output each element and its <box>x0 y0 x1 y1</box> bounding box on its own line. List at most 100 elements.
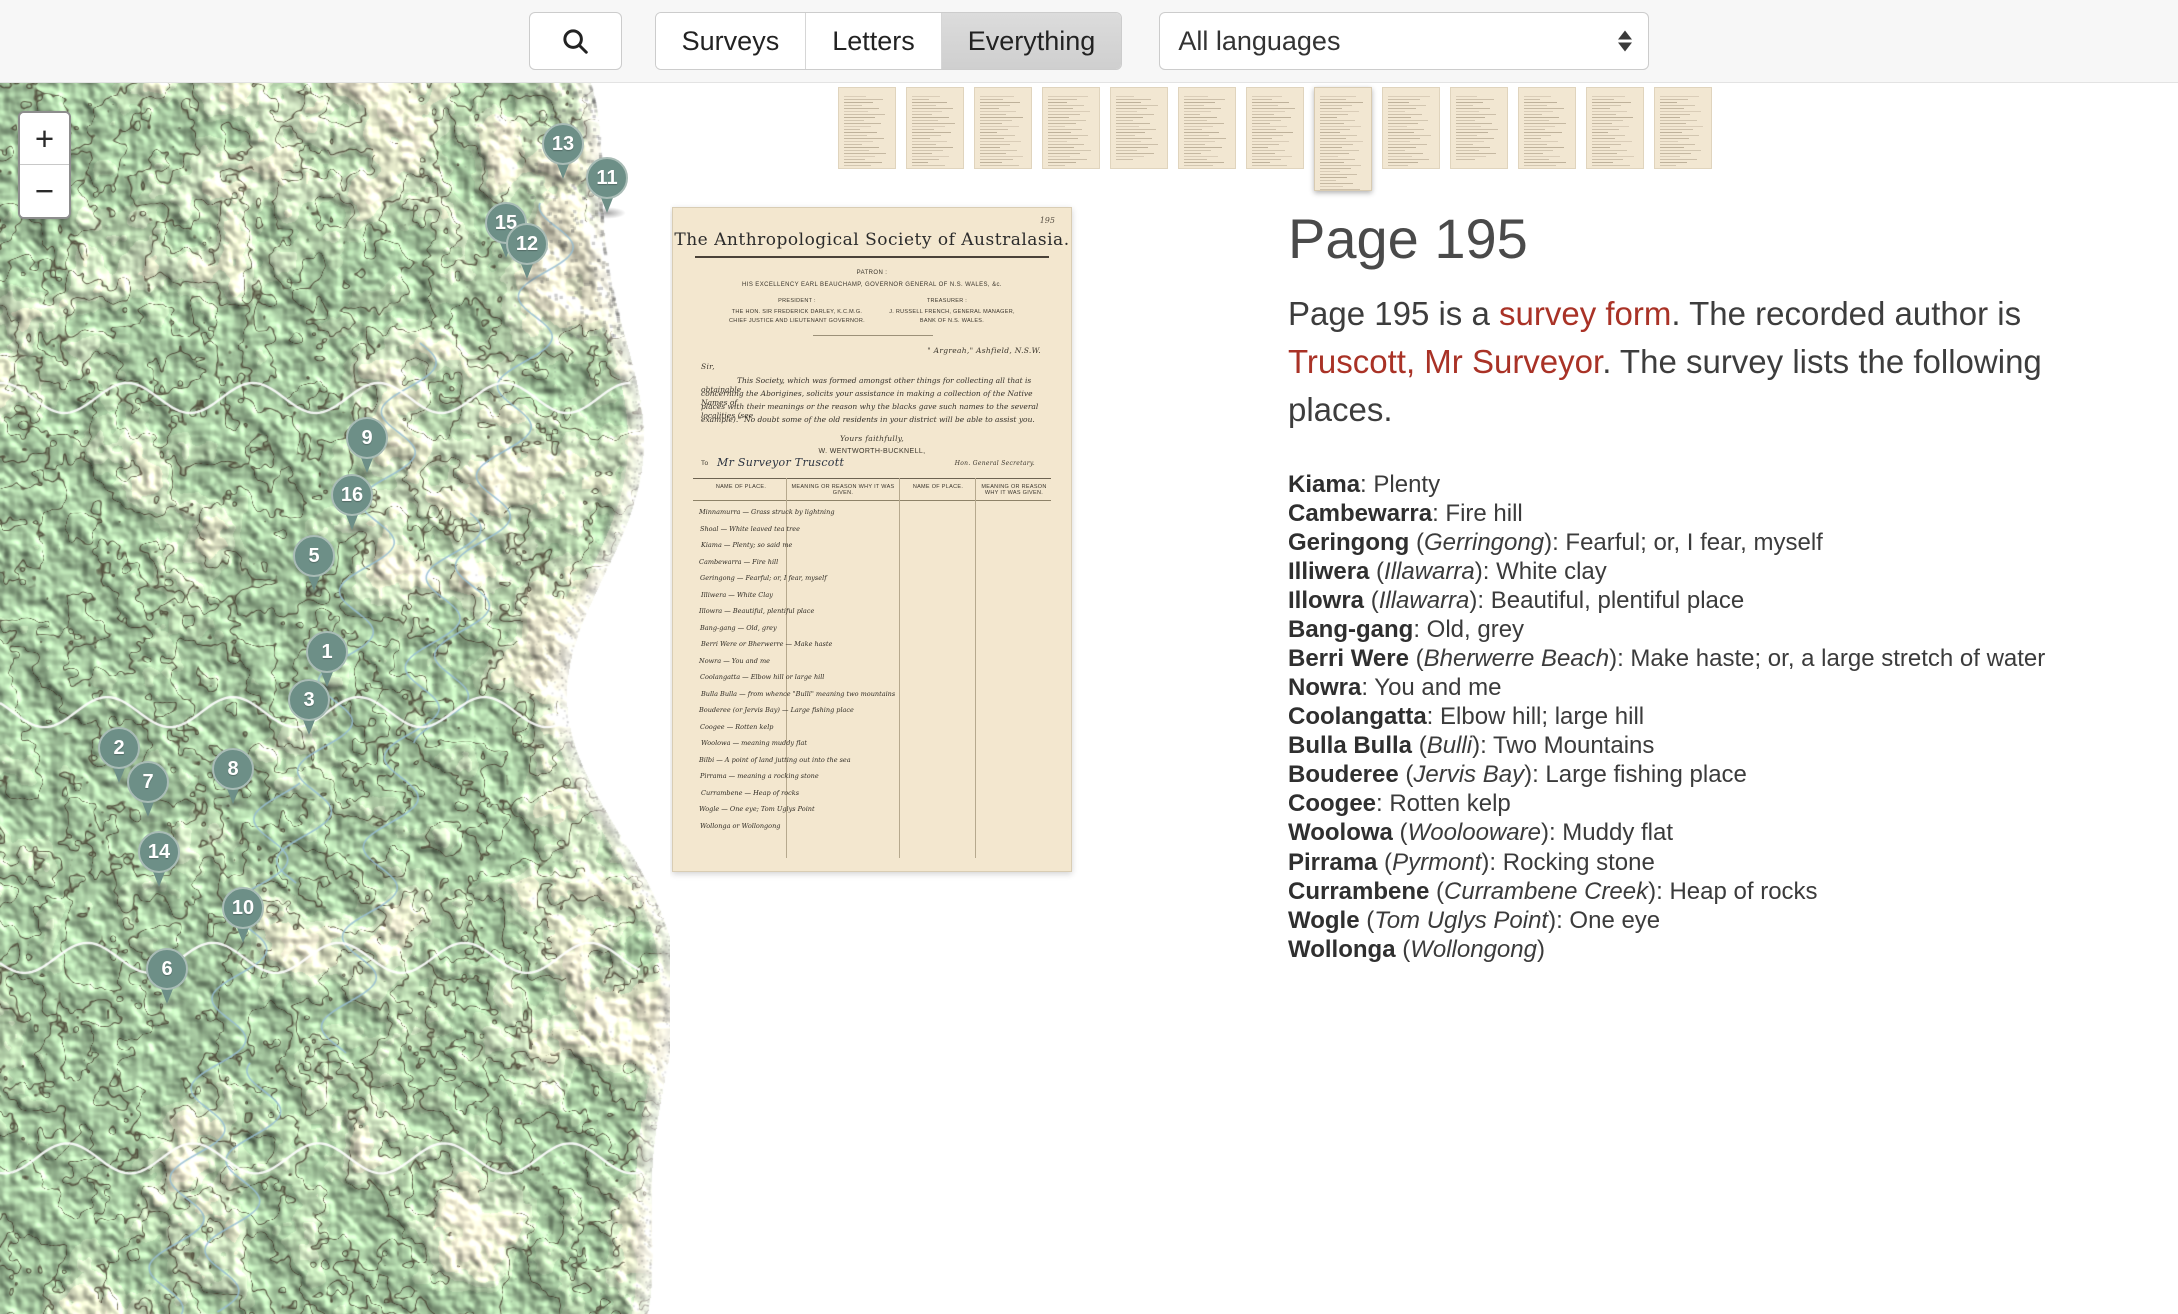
page-thumbnail-5[interactable] <box>1110 87 1168 169</box>
filter-tab-letters[interactable]: Letters <box>806 13 942 69</box>
place-name: Bouderee <box>1288 761 1399 789</box>
place-list-item: Coolangatta: Elbow hill; large hill <box>1288 702 2118 731</box>
page-title: Page 195 <box>1288 207 1528 270</box>
scan-table-header-4: MEANING OR REASON WHY IT WAS GIVEN. <box>981 484 1047 496</box>
map-marker-10[interactable]: 10 <box>222 887 264 949</box>
map-marker-8[interactable]: 8 <box>212 748 254 810</box>
map-tiles[interactable] <box>0 83 670 1314</box>
scan-table-row: Bang-gang — Old, grey <box>700 623 777 632</box>
place-list-item: Bouderee (Jervis Bay): Large fishing pla… <box>1288 761 1747 789</box>
map-marker-6[interactable]: 6 <box>146 948 188 1010</box>
place-alt-name: Illawarra <box>1378 587 1470 615</box>
scan-table-top-rule <box>693 478 1051 479</box>
page-thumbnail-8[interactable] <box>1314 87 1372 191</box>
place-name: Coogee <box>1288 790 1377 818</box>
language-select-value: All languages <box>1178 25 1341 56</box>
place-list-item: Berri Were (Bherwerre Beach): Make haste… <box>1288 645 2046 673</box>
zoom-out-button[interactable]: − <box>20 165 69 217</box>
page-thumbnail-1[interactable] <box>838 87 896 169</box>
page-thumbnail-11[interactable] <box>1518 87 1576 169</box>
place-meaning: : Heap of rocks <box>1656 877 1818 905</box>
toolbar-controls: Surveys Letters Everything All languages <box>528 12 1650 70</box>
scan-addressed-to: Mr Surveyor Truscott <box>717 456 845 469</box>
place-list-item: Wogle (Tom Uglys Point): One eye <box>1288 906 1661 934</box>
map-marker-16[interactable]: 16 <box>331 474 373 536</box>
place-meaning: : Old, grey <box>1413 616 1525 644</box>
scan-treasurer-name-2: BANK OF N.S. WALES. <box>919 318 985 324</box>
scan-patron-name: HIS EXCELLENCY EARL BEAUCHAMP, GOVERNOR … <box>742 282 1002 288</box>
intro-part-1: Page 195 is a <box>1288 294 1499 332</box>
scan-table-row: Bouderee (or Jervis Bay) — Large fishing… <box>699 706 854 714</box>
page-thumbnail-3[interactable] <box>974 87 1032 169</box>
place-meaning: : Muddy flat <box>1548 819 1674 847</box>
search-icon <box>560 26 590 56</box>
language-select[interactable]: All languages <box>1159 12 1650 70</box>
marker-label: 9 <box>361 426 373 449</box>
page-thumbnail-12[interactable] <box>1586 87 1644 169</box>
page-thumbnail-4[interactable] <box>1042 87 1100 169</box>
scan-body-line-4: example)." No doubt some of the old resi… <box>701 415 1035 424</box>
place-meaning: : You and me <box>1361 674 1502 702</box>
page-thumbnail-9[interactable] <box>1382 87 1440 169</box>
page-scan-image[interactable]: 195 The Anthropological Society of Austr… <box>672 207 1072 872</box>
place-alt-name: Bulli <box>1426 732 1473 760</box>
map-marker-14[interactable]: 14 <box>138 831 180 893</box>
page-thumbnail-2[interactable] <box>906 87 964 169</box>
scan-address: " Argreah," Ashfield, N.S.W. <box>927 346 1041 355</box>
filter-tab-surveys[interactable]: Surveys <box>655 13 807 69</box>
thumbnail-text-lines <box>1456 96 1502 160</box>
scan-signoff: Yours faithfully, <box>839 434 905 443</box>
page-thumbnail-6[interactable] <box>1178 87 1236 169</box>
map-panel[interactable]: + − 13 11 15 12 9 16 5 1 3 2 8 7 14 10 6 <box>0 83 670 1314</box>
content-panel: 195 The Anthropological Society of Austr… <box>670 83 2178 1314</box>
marker-label: 7 <box>142 770 154 793</box>
map-marker-3[interactable]: 3 <box>288 679 330 741</box>
scan-table-header-3: NAME OF PLACE. <box>912 484 964 490</box>
place-name: Wollonga <box>1288 935 1396 963</box>
intro-doc-type-link[interactable]: survey form <box>1499 295 1671 332</box>
thumbnail-text-lines <box>980 96 1026 168</box>
place-list-item: Illowra (Illawarra): Beautiful, plentifu… <box>1288 587 1745 615</box>
place-alt-name: Jervis Bay <box>1413 761 1525 789</box>
place-name: Pirrama <box>1288 848 1378 876</box>
scan-table-row: Illowra — Beautiful, plentiful place <box>699 607 815 615</box>
thumbnail-text-lines <box>1320 96 1366 190</box>
map-marker-11[interactable]: 11 <box>586 157 628 219</box>
scan-heading-rule <box>695 256 1049 258</box>
page-thumbnail-7[interactable] <box>1246 87 1304 169</box>
map-marker-7[interactable]: 7 <box>127 761 169 823</box>
map-marker-12[interactable]: 12 <box>506 223 548 285</box>
place-name: Bulla Bulla <box>1288 732 1413 760</box>
search-button[interactable] <box>528 12 622 70</box>
page-thumbnail-13[interactable] <box>1654 87 1712 169</box>
place-alt-name: Illawarra <box>1384 558 1475 586</box>
scan-col-rule-2 <box>899 478 900 858</box>
marker-label: 6 <box>161 957 173 980</box>
scan-table-row: Geringong — Fearful; or, I fear, myself <box>700 574 827 582</box>
scan-patron-label: PATRON : <box>856 270 888 276</box>
filter-tab-everything[interactable]: Everything <box>941 13 1122 69</box>
scan-table-header-1: NAME OF PLACE. <box>715 484 767 490</box>
marker-label: 8 <box>227 757 239 780</box>
place-name: Berri Were <box>1288 645 1409 673</box>
scan-table-row: Coolangatta — Elbow hill or large hill <box>700 673 825 681</box>
map-marker-5[interactable]: 5 <box>293 535 335 597</box>
scan-table-row: Shoal — White leaved tea tree <box>700 524 800 533</box>
zoom-in-button[interactable]: + <box>20 113 69 165</box>
scan-table-row: Bulla Bulla — from whence "Bulli" meanin… <box>701 689 896 698</box>
intro-author-link[interactable]: Truscott, Mr Surveyor <box>1288 343 1602 380</box>
scan-table-row: Wogle — One eye; Tom Uglys Point <box>699 805 815 813</box>
place-alt-name: Pyrmont <box>1392 848 1482 876</box>
place-list-item: Woolowa (Woolooware): Muddy flat <box>1288 819 1674 847</box>
scan-col-rule-3 <box>975 478 976 858</box>
place-meaning: : Elbow hill; large hill <box>1426 703 1645 731</box>
map-zoom-controls[interactable]: + − <box>18 111 71 219</box>
place-name: Geringong <box>1288 529 1410 557</box>
place-name: Currambene <box>1288 877 1430 905</box>
map-marker-9[interactable]: 9 <box>346 417 388 479</box>
page-thumbnail-10[interactable] <box>1450 87 1508 169</box>
marker-label: 5 <box>308 544 320 567</box>
page-thumbnail-strip[interactable] <box>838 87 2138 197</box>
map-marker-13[interactable]: 13 <box>542 123 584 185</box>
filter-segmented-control[interactable]: Surveys Letters Everything <box>654 12 1123 70</box>
